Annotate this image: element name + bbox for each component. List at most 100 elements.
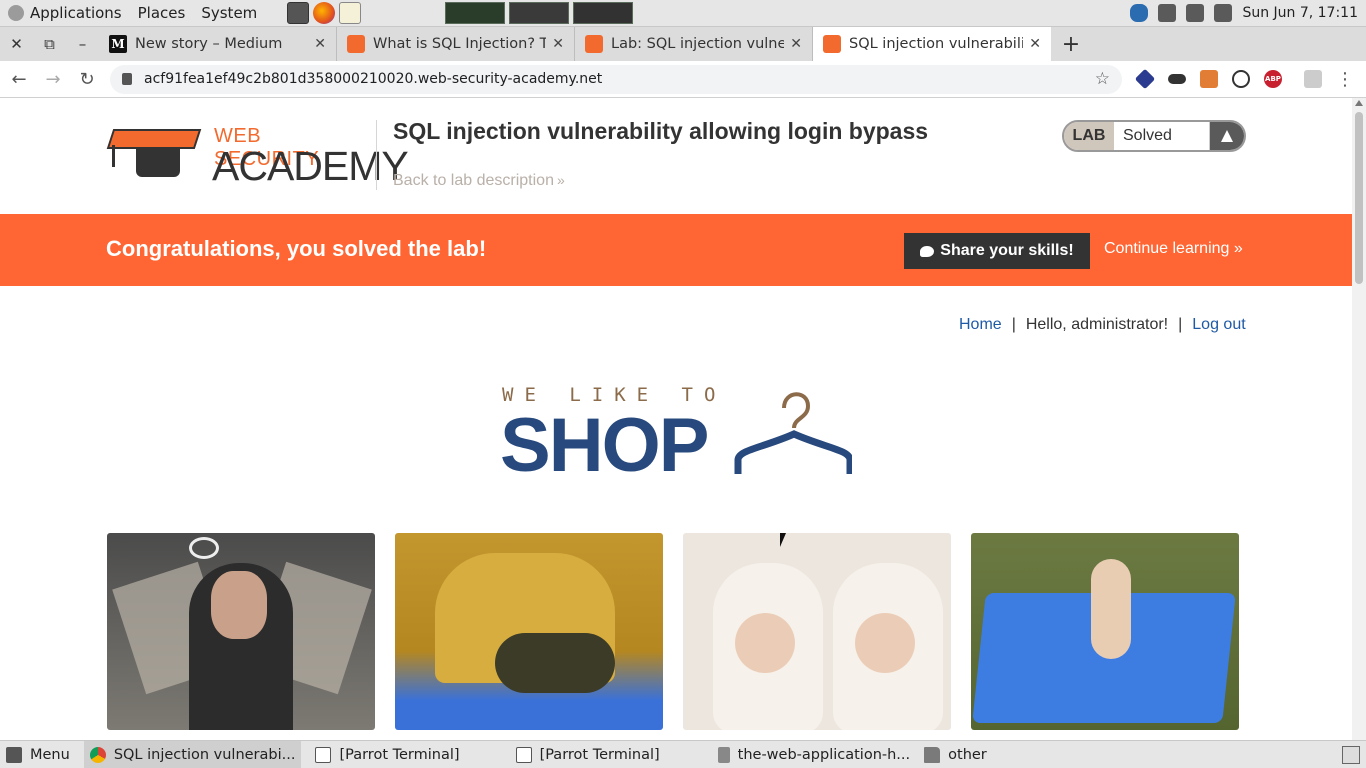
taskbar-item-label: Menu xyxy=(30,746,70,763)
solved-banner: Congratulations, you solved the lab! Sha… xyxy=(0,214,1352,286)
product-grid xyxy=(107,533,1239,730)
page-scrollbar[interactable] xyxy=(1352,98,1366,740)
back-link-label: Back to lab description xyxy=(393,172,554,189)
taskbar-menu-button[interactable]: Menu xyxy=(0,746,70,763)
scroll-up-icon[interactable] xyxy=(1355,100,1363,106)
tab-close-icon[interactable]: ✕ xyxy=(1029,36,1041,52)
wsa-icon xyxy=(347,35,365,53)
tab-title: New story – Medium xyxy=(135,36,283,52)
menu-places[interactable]: Places xyxy=(138,4,186,22)
back-arrow-icon[interactable]: ← xyxy=(4,69,34,90)
network-icon[interactable] xyxy=(1186,4,1205,22)
tab-close-icon[interactable]: ✕ xyxy=(790,36,802,52)
continue-label: Continue learning xyxy=(1104,240,1230,257)
taskbar-item-terminal[interactable]: [Parrot Terminal] xyxy=(315,746,460,763)
volume-icon[interactable] xyxy=(1158,4,1177,22)
product-image[interactable] xyxy=(395,533,663,730)
hanger-icon xyxy=(734,392,852,474)
taskbar-item-chrome[interactable]: SQL injection vulnerabi... xyxy=(83,741,302,768)
text-editor-launcher-icon[interactable] xyxy=(339,2,362,24)
extension-icon[interactable] xyxy=(1134,68,1156,90)
taskbar-item-terminal[interactable]: [Parrot Terminal] xyxy=(515,746,660,763)
new-tab-button[interactable]: + xyxy=(1051,32,1091,57)
system-tray: Sun Jun 7, 17:11 xyxy=(1130,4,1366,22)
reload-icon[interactable]: ↻ xyxy=(72,69,102,90)
web-security-academy-logo[interactable]: WEB SECURITY ACADEMY xyxy=(106,125,409,189)
lock-icon[interactable] xyxy=(122,73,132,85)
double-chevron-right-icon: » xyxy=(1229,240,1243,257)
graduation-cap-icon xyxy=(106,127,204,179)
url-text[interactable]: acf91fea1ef49c2b801d358000210020.web-sec… xyxy=(144,71,1095,87)
browser-menu-icon[interactable]: ⋮ xyxy=(1336,69,1354,90)
cpu-graph-icon xyxy=(445,2,506,24)
lab-status-badge: LAB Solved xyxy=(1062,120,1246,152)
tab-title: Lab: SQL injection vulnera xyxy=(611,36,785,52)
tab-close-icon[interactable]: ✕ xyxy=(314,36,326,52)
extension-icon[interactable] xyxy=(1232,70,1250,88)
shop-logo-title: SHOP xyxy=(500,403,709,488)
scrollbar-thumb[interactable] xyxy=(1355,112,1363,284)
tab-lab-sqli[interactable]: Lab: SQL injection vulnera ✕ xyxy=(575,27,813,61)
twitter-icon xyxy=(920,245,935,257)
product-image[interactable] xyxy=(683,533,951,730)
translate-icon[interactable] xyxy=(1304,70,1322,88)
account-nav: Home | Hello, administrator! | Log out xyxy=(959,316,1246,334)
congratulations-text: Congratulations, you solved the lab! xyxy=(106,236,487,261)
network-graph-icon xyxy=(573,2,634,24)
share-skills-button[interactable]: Share your skills! xyxy=(904,233,1090,269)
bluetooth-icon[interactable] xyxy=(1130,4,1149,22)
address-bar[interactable]: acf91fea1ef49c2b801d358000210020.web-sec… xyxy=(110,64,1122,94)
product-image[interactable] xyxy=(971,533,1239,730)
show-desktop-icon[interactable] xyxy=(1342,745,1360,764)
bookmark-star-icon[interactable]: ☆ xyxy=(1095,69,1110,89)
file-icon xyxy=(717,746,730,763)
lab-status-value: Solved xyxy=(1114,122,1210,150)
greeting-text: Hello, administrator! xyxy=(1025,316,1169,333)
window-close-icon[interactable]: ✕ xyxy=(0,35,33,53)
tab-sqli-vulnerability[interactable]: SQL injection vulnerability ✕ xyxy=(813,27,1051,61)
firefox-launcher-icon[interactable] xyxy=(313,2,336,24)
terminal-launcher-icon[interactable] xyxy=(287,2,310,24)
shop-logo: WE LIKE TO SHOP xyxy=(500,384,852,488)
double-chevron-right-icon: » xyxy=(556,172,565,188)
battery-icon[interactable] xyxy=(1214,4,1233,22)
window-minimize-icon[interactable]: – xyxy=(66,35,99,53)
menu-icon xyxy=(6,746,22,763)
web-page: WEB SECURITY ACADEMY SQL injection vulne… xyxy=(0,98,1352,740)
nav-separator: | xyxy=(1011,316,1016,333)
metamask-fox-icon[interactable] xyxy=(1200,70,1218,88)
browser-toolbar: ← → ↻ acf91fea1ef49c2b801d358000210020.w… xyxy=(0,61,1366,98)
menu-system[interactable]: System xyxy=(201,4,257,22)
tab-title: SQL injection vulnerability xyxy=(849,36,1024,52)
product-image[interactable] xyxy=(107,533,375,730)
academy-header: WEB SECURITY ACADEMY SQL injection vulne… xyxy=(0,98,1352,214)
clock[interactable]: Sun Jun 7, 17:11 xyxy=(1242,5,1358,21)
taskbar-item-label: [Parrot Terminal] xyxy=(339,746,460,763)
menu-applications[interactable]: Applications xyxy=(30,4,122,22)
taskbar-item-label: other xyxy=(948,746,987,763)
adblock-plus-icon[interactable]: ABP xyxy=(1264,70,1282,88)
taskbar-item-folder[interactable]: other xyxy=(924,746,987,763)
lab-title: SQL injection vulnerability allowing log… xyxy=(393,118,929,144)
parrot-logo-icon[interactable] xyxy=(8,5,24,21)
os-taskbar: Menu SQL injection vulnerabi... [Parrot … xyxy=(0,740,1366,768)
logout-link[interactable]: Log out xyxy=(1192,316,1245,334)
extension-mask-icon[interactable] xyxy=(1168,74,1186,84)
continue-learning-link[interactable]: Continue learning » xyxy=(1104,240,1243,258)
wsa-icon xyxy=(585,35,603,53)
forward-arrow-icon[interactable]: → xyxy=(38,69,68,90)
home-link[interactable]: Home xyxy=(959,316,1002,334)
divider xyxy=(376,120,377,190)
logo-text-bottom: ACADEMY xyxy=(212,143,409,189)
window-restore-icon[interactable]: ⧉ xyxy=(33,35,66,53)
tab-medium[interactable]: M New story – Medium ✕ xyxy=(99,27,337,61)
tab-close-icon[interactable]: ✕ xyxy=(552,36,564,52)
tab-what-is-sqli[interactable]: What is SQL Injection? Tu ✕ xyxy=(337,27,575,61)
nav-separator: | xyxy=(1178,316,1183,333)
taskbar-item-file[interactable]: the-web-application-h... xyxy=(717,746,910,763)
back-to-lab-description-link[interactable]: Back to lab description» xyxy=(393,172,565,190)
mouse-cursor-icon xyxy=(780,533,786,547)
chrome-icon xyxy=(89,746,106,763)
wsa-icon xyxy=(823,35,841,53)
folder-icon xyxy=(924,746,941,763)
